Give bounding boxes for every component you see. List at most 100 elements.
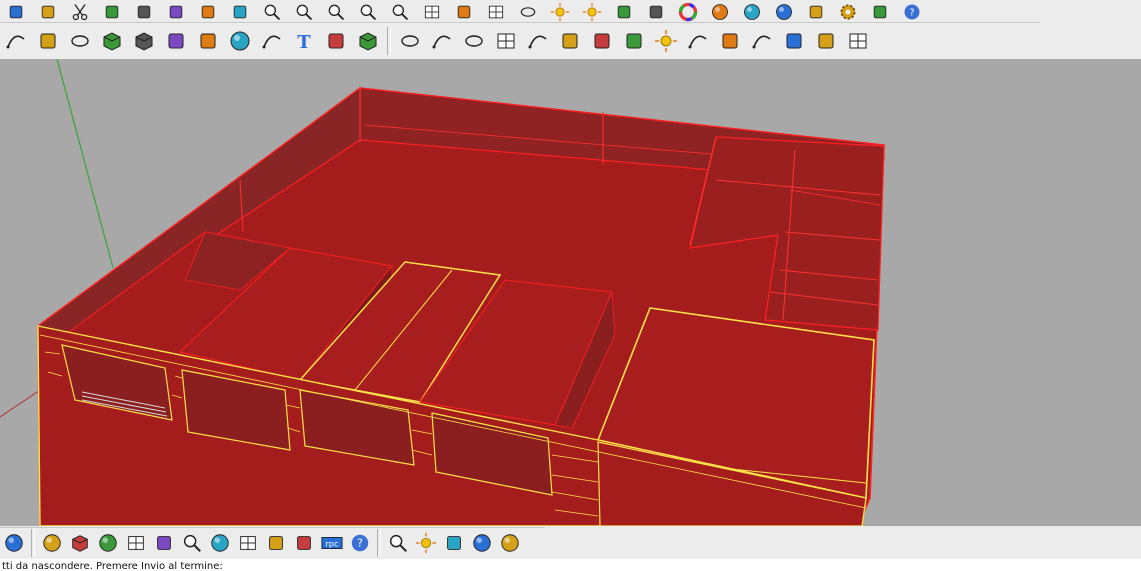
green-sphere-button[interactable] xyxy=(496,529,524,557)
undo-button[interactable] xyxy=(160,0,192,22)
layers-stack-button[interactable] xyxy=(640,0,672,22)
explode-burst-button[interactable] xyxy=(650,26,682,56)
copy-button[interactable] xyxy=(96,0,128,22)
layer-manager-button[interactable] xyxy=(0,0,32,22)
paste-button[interactable] xyxy=(128,0,160,22)
rendered-sphere-icon xyxy=(744,4,760,20)
building-model[interactable] xyxy=(36,86,885,526)
light-tools-button[interactable] xyxy=(544,0,576,22)
array-dots-button[interactable] xyxy=(714,26,746,56)
extrude-surface-button[interactable] xyxy=(554,26,586,56)
toolbar-separator xyxy=(377,529,381,557)
bulb-light-button[interactable] xyxy=(576,0,608,22)
shaded-sphere-icon xyxy=(712,4,728,20)
zoom-dynamic-button[interactable] xyxy=(256,0,288,22)
point-icon xyxy=(401,34,419,47)
rpc-plugin-button[interactable]: rpc xyxy=(318,529,346,557)
help-render-button[interactable]: ? xyxy=(346,529,374,557)
zoom-selected-button[interactable] xyxy=(352,0,384,22)
car-object-button[interactable] xyxy=(448,0,480,22)
checker-texture-button[interactable] xyxy=(234,529,262,557)
polygon-button[interactable] xyxy=(32,26,64,56)
circle-dimension-button[interactable] xyxy=(512,0,544,22)
dimension-line-button[interactable] xyxy=(682,26,714,56)
explode-burst-icon xyxy=(655,29,677,52)
four-viewports-button[interactable] xyxy=(416,0,448,22)
drawing-toolbar: T xyxy=(0,23,975,58)
y-axis-line xyxy=(56,59,114,269)
sun-light-button[interactable] xyxy=(412,529,440,557)
paint-brush-icon xyxy=(809,5,823,19)
group-objects-button[interactable] xyxy=(320,26,352,56)
pan-button[interactable] xyxy=(192,0,224,22)
sphere-rendered-button[interactable] xyxy=(94,529,122,557)
zoom-dynamic-icon xyxy=(264,4,281,21)
clipboard-object-button[interactable] xyxy=(608,0,640,22)
mirror-object-button[interactable] xyxy=(810,26,842,56)
boolean-union-button[interactable] xyxy=(586,26,618,56)
command-line[interactable]: tti da nascondere. Premere Invio al term… xyxy=(0,559,1141,571)
zoom-render-button[interactable] xyxy=(384,529,412,557)
solid-box-button[interactable] xyxy=(352,26,384,56)
fillet-curve-button[interactable] xyxy=(522,26,554,56)
new-document-button[interactable] xyxy=(32,0,64,22)
arc-curve-button[interactable] xyxy=(426,26,458,56)
paint-brush-button[interactable] xyxy=(800,0,832,22)
flamingo-plugin-icon xyxy=(157,536,171,550)
hammer-edit-button[interactable] xyxy=(192,26,224,56)
select-arrows-button[interactable] xyxy=(440,529,468,557)
transform-scale-button[interactable] xyxy=(778,26,810,56)
puzzle-join-button[interactable] xyxy=(160,26,192,56)
hatch-pattern-button[interactable] xyxy=(842,26,874,56)
point-button[interactable] xyxy=(394,26,426,56)
brush-paint-button[interactable] xyxy=(290,529,318,557)
grid-plane-button[interactable] xyxy=(480,0,512,22)
cut-button[interactable] xyxy=(64,0,96,22)
settings-gear-button[interactable] xyxy=(832,0,864,22)
ellipse-icon xyxy=(465,34,483,47)
toolbar-separator xyxy=(387,26,391,55)
bulb-light-icon xyxy=(582,2,602,22)
dimension-line-icon xyxy=(688,35,707,48)
box-edges-button[interactable] xyxy=(66,529,94,557)
distance-dimension-button[interactable] xyxy=(864,0,896,22)
help-button[interactable]: ? xyxy=(896,0,928,22)
model-canvas[interactable] xyxy=(0,59,1141,526)
zoom-window-button[interactable] xyxy=(288,0,320,22)
material-sphere-button[interactable] xyxy=(768,0,800,22)
polyline-button[interactable] xyxy=(0,26,32,56)
mesh-patch-button[interactable] xyxy=(618,26,650,56)
zoom-target-button[interactable] xyxy=(384,0,416,22)
perspective-viewport[interactable] xyxy=(0,59,1141,526)
zoom-extents-button[interactable] xyxy=(320,0,352,22)
black-sphere-button[interactable] xyxy=(468,529,496,557)
rotate-view-button[interactable] xyxy=(224,0,256,22)
hatch-render-icon xyxy=(128,536,144,550)
surface-from-points-button[interactable] xyxy=(64,26,96,56)
save-render-button[interactable] xyxy=(262,529,290,557)
ball-render-button[interactable] xyxy=(206,529,234,557)
rendered-sphere-button[interactable] xyxy=(736,0,768,22)
cylinder-solid-button[interactable] xyxy=(128,26,160,56)
black-sphere-icon xyxy=(473,534,491,552)
puzzle-join-icon xyxy=(168,33,184,48)
hatch-render-button[interactable] xyxy=(122,529,150,557)
shaded-sphere-button[interactable] xyxy=(704,0,736,22)
rectangle-button[interactable] xyxy=(490,26,522,56)
text-object-button[interactable]: T xyxy=(288,26,320,56)
color-wheel-button[interactable] xyxy=(672,0,704,22)
ellipse-button[interactable] xyxy=(458,26,490,56)
mirror-object-icon xyxy=(818,33,834,48)
magnify-render-button[interactable] xyxy=(178,529,206,557)
curve-handle-button[interactable] xyxy=(746,26,778,56)
distance-dimension-icon xyxy=(873,5,887,19)
display-globe-button[interactable] xyxy=(0,529,28,557)
boolean-spheres-button[interactable] xyxy=(224,26,256,56)
flamingo-plugin-button[interactable] xyxy=(150,529,178,557)
shade-sphere-button[interactable] xyxy=(38,529,66,557)
curve-arc-button[interactable] xyxy=(256,26,288,56)
undo-icon xyxy=(169,5,183,19)
box-solid-button[interactable] xyxy=(96,26,128,56)
layers-stack-icon xyxy=(649,5,663,19)
toolbar-separator xyxy=(31,529,35,557)
